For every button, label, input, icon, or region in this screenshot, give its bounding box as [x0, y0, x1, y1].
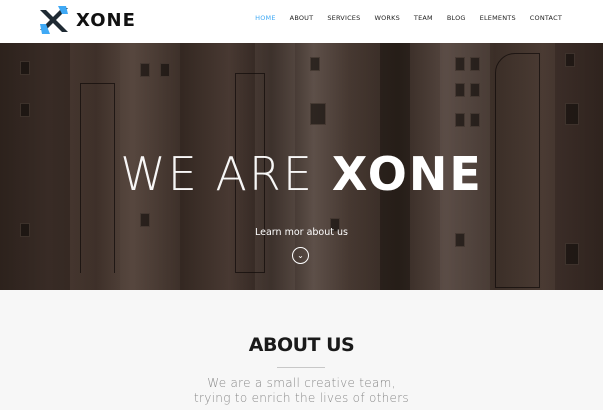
chevron-down-icon: ⌄ [297, 251, 304, 260]
nav-item-team[interactable]: TEAM [414, 14, 433, 22]
about-text-line-2: trying to enrich the lives of others [194, 391, 409, 405]
nav-item-contact[interactable]: CONTACT [530, 14, 562, 22]
about-section: ABOUT US We are a small creative team, t… [0, 290, 603, 410]
about-text-line-1: We are a small creative team, [207, 376, 396, 390]
site-header: XONE HOME ABOUT SERVICES WORKS TEAM BLOG… [0, 0, 603, 43]
about-title: ABOUT US [248, 334, 355, 356]
scroll-down-button[interactable]: ⌄ [292, 247, 309, 264]
nav-item-blog[interactable]: BLOG [447, 14, 466, 22]
logo[interactable]: XONE [40, 6, 136, 34]
hero-section: WE ARE XONE Learn mor about us ⌄ [0, 43, 603, 290]
about-text: We are a small creative team, trying to … [0, 376, 603, 406]
brand-name: XONE [76, 9, 136, 31]
learn-more-link[interactable]: Learn mor about us [0, 227, 603, 238]
nav-item-elements[interactable]: ELEMENTS [480, 14, 516, 22]
x-logo-icon [40, 6, 68, 34]
title-divider [277, 367, 325, 368]
nav-item-works[interactable]: WORKS [374, 14, 399, 22]
main-nav: HOME ABOUT SERVICES WORKS TEAM BLOG ELEM… [241, 14, 562, 22]
hero-title: WE ARE XONE [0, 146, 603, 202]
nav-item-services[interactable]: SERVICES [327, 14, 360, 22]
nav-item-about[interactable]: ABOUT [290, 14, 314, 22]
hero-title-bold: XONE [331, 147, 483, 201]
nav-item-home[interactable]: HOME [255, 14, 276, 22]
hero-title-thin: WE ARE [120, 147, 314, 201]
